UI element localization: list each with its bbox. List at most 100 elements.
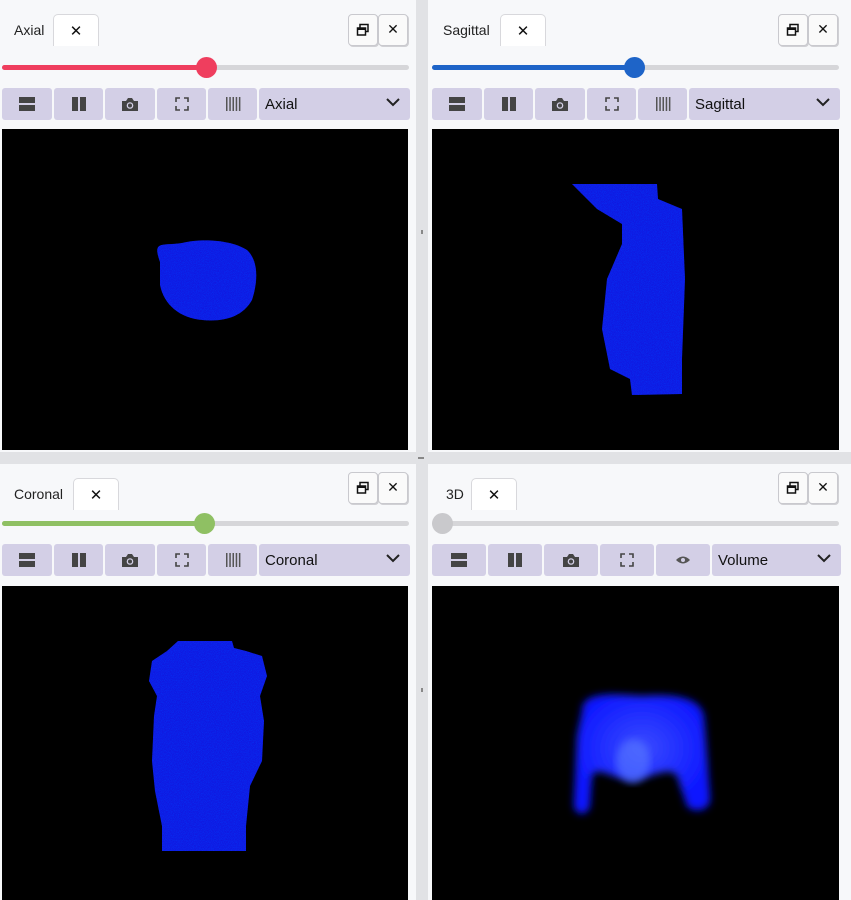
fullscreen-button[interactable] (587, 88, 636, 120)
sagittal-viewport[interactable] (432, 129, 839, 450)
fullscreen-icon (620, 553, 634, 567)
coronal-restore-button[interactable] (348, 472, 378, 504)
axial-tab-close-button[interactable]: ✕ (53, 14, 99, 46)
layout-rows-button[interactable] (432, 544, 486, 576)
slider-fill (432, 65, 635, 70)
sagittal-image (572, 184, 685, 395)
sagittal-tab-label[interactable]: Sagittal (443, 22, 490, 38)
layout-rows-icon (19, 553, 35, 567)
layout-columns-button[interactable] (54, 544, 103, 576)
axial-viewport[interactable] (2, 129, 408, 450)
close-icon: ✕ (487, 486, 501, 504)
fullscreen-icon (174, 97, 189, 111)
render-toggle-button[interactable] (656, 544, 710, 576)
eye-icon (676, 556, 690, 564)
layout-rows-icon (19, 97, 35, 111)
axial-view-select[interactable]: Axial (259, 88, 410, 120)
layout-rows-button[interactable] (2, 88, 52, 120)
screenshot-button[interactable] (105, 544, 155, 576)
view-select-value: Coronal (265, 552, 318, 569)
chevron-down-icon (816, 98, 830, 107)
layout-columns-icon (71, 97, 86, 111)
sagittal-restore-button[interactable] (778, 14, 808, 46)
colorbar-button[interactable] (208, 544, 257, 576)
chevron-down-icon (817, 554, 831, 563)
layout-columns-button[interactable] (488, 544, 542, 576)
sagittal-toolbar: Sagittal (432, 88, 840, 120)
screenshot-button[interactable] (535, 88, 585, 120)
layout-columns-button[interactable] (484, 88, 533, 120)
volume-viewport[interactable] (432, 586, 839, 900)
sagittal-close-pane-button[interactable]: ✕ (808, 14, 838, 46)
volume-tab-row: 3D ✕ ✕ (428, 464, 851, 510)
splitter-grip (421, 688, 423, 692)
slider-thumb[interactable] (196, 57, 217, 78)
fullscreen-button[interactable] (157, 88, 206, 120)
slider-thumb[interactable] (194, 513, 215, 534)
coronal-slice-slider[interactable] (2, 513, 409, 534)
axial-image (157, 240, 257, 321)
layout-rows-button[interactable] (2, 544, 52, 576)
sagittal-slice-slider[interactable] (432, 57, 839, 78)
sagittal-pane: Sagittal ✕ ✕ Sagittal (428, 0, 851, 452)
viewer-grid: Axial ✕ ✕ Axial Sagittal ✕ ✕ Sagittal Co… (0, 0, 851, 900)
close-icon: ✕ (387, 480, 399, 496)
volume-toolbar: Volume (432, 544, 841, 576)
colorbar-button[interactable] (638, 88, 687, 120)
volume-restore-button[interactable] (778, 472, 808, 504)
barcode-icon (225, 553, 240, 567)
coronal-pane: Coronal ✕ ✕ Coronal (0, 464, 416, 900)
coronal-view-select[interactable]: Coronal (259, 544, 410, 576)
axial-toolbar: Axial (2, 88, 410, 120)
chevron-down-icon (386, 98, 400, 107)
splitter-grip (421, 230, 423, 234)
slider-fill (2, 521, 205, 526)
axial-close-pane-button[interactable]: ✕ (378, 14, 408, 46)
sagittal-tab-row: Sagittal ✕ ✕ (428, 0, 851, 46)
volume-tab-label[interactable]: 3D (446, 486, 464, 502)
axial-tab-label[interactable]: Axial (14, 22, 44, 38)
layout-columns-icon (71, 553, 86, 567)
close-icon: ✕ (516, 22, 530, 40)
vertical-splitter[interactable] (416, 0, 428, 900)
volume-close-pane-button[interactable]: ✕ (808, 472, 838, 504)
sagittal-tab-close-button[interactable]: ✕ (500, 14, 546, 46)
fullscreen-button[interactable] (600, 544, 654, 576)
fullscreen-button[interactable] (157, 544, 206, 576)
horizontal-splitter[interactable] (0, 452, 851, 464)
slider-thumb[interactable] (432, 513, 453, 534)
sagittal-view-select[interactable]: Sagittal (689, 88, 840, 120)
camera-icon (552, 97, 568, 111)
fullscreen-icon (174, 553, 189, 567)
screenshot-button[interactable] (544, 544, 598, 576)
camera-icon (122, 97, 138, 111)
volume-rendering (573, 694, 711, 814)
axial-slice-slider[interactable] (2, 57, 409, 78)
coronal-viewport[interactable] (2, 586, 408, 900)
volume-slider[interactable] (432, 513, 839, 534)
screenshot-button[interactable] (105, 88, 155, 120)
coronal-tab-label[interactable]: Coronal (14, 486, 63, 502)
colorbar-button[interactable] (208, 88, 257, 120)
volume-view-select[interactable]: Volume (712, 544, 841, 576)
axial-tab-row: Axial ✕ ✕ (0, 0, 416, 46)
coronal-close-pane-button[interactable]: ✕ (378, 472, 408, 504)
coronal-tab-row: Coronal ✕ ✕ (0, 464, 416, 510)
coronal-tab-close-button[interactable]: ✕ (73, 478, 119, 510)
layout-rows-button[interactable] (432, 88, 482, 120)
view-select-value: Sagittal (695, 96, 746, 113)
restore-window-icon (786, 23, 799, 36)
close-icon: ✕ (387, 22, 399, 38)
layout-rows-icon (449, 97, 465, 111)
layout-columns-button[interactable] (54, 88, 103, 120)
slider-thumb[interactable] (624, 57, 645, 78)
slider-track (432, 521, 839, 526)
coronal-toolbar: Coronal (2, 544, 410, 576)
close-icon: ✕ (89, 486, 103, 504)
axial-restore-button[interactable] (348, 14, 378, 46)
volume-tab-close-button[interactable]: ✕ (471, 478, 517, 510)
layout-columns-icon (501, 97, 516, 111)
restore-window-icon (356, 23, 369, 36)
close-icon: ✕ (69, 22, 83, 40)
barcode-icon (655, 97, 670, 111)
